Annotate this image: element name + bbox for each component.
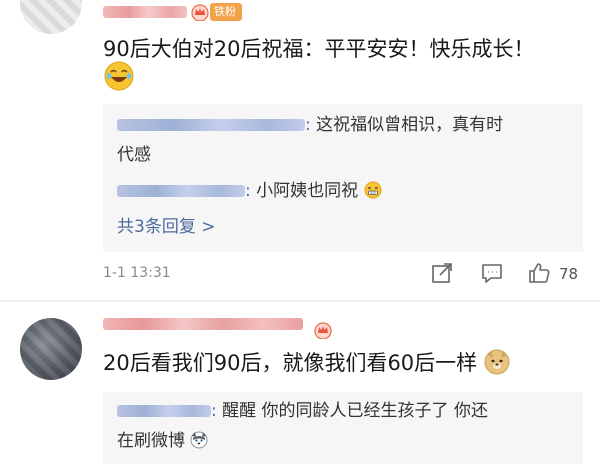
- reply-box: : 这祝福似曾相识，真有时 代感 : 小阿姨也同祝 共3条回复 >: [103, 104, 583, 252]
- reply-item[interactable]: : 这祝福似曾相识，真有时 代感: [117, 110, 569, 170]
- comment-text: 90后大伯对20后祝福：平平安安！快乐成长！: [103, 34, 560, 64]
- grimace-emoji: [364, 181, 382, 199]
- reply-text-cont: 代感: [117, 145, 151, 165]
- like-count: 78: [559, 265, 579, 283]
- reply-item[interactable]: : 醒醒 你的同龄人已经生孩子了 你还 在刷微博: [117, 396, 569, 456]
- reply-item[interactable]: : 小阿姨也同祝: [117, 176, 569, 206]
- username-blurred[interactable]: [103, 318, 303, 330]
- comment-body: 90后大伯对20后祝福：平平安安！快乐成长！: [103, 37, 535, 61]
- husky-emoji: [190, 431, 208, 449]
- doge-emoji: [484, 349, 510, 375]
- reply-box: : 醒醒 你的同龄人已经生孩子了 你还 在刷微博: [103, 392, 583, 464]
- comment-card: 20后看我们90后，就像我们看60后一样 : 醒醒 你的同龄人已经生孩子了 你还…: [0, 302, 600, 464]
- username-blurred[interactable]: [103, 6, 187, 18]
- comment-icon[interactable]: [480, 261, 504, 285]
- reply-text-cont: 在刷微博: [117, 431, 185, 451]
- comment-text: 20后看我们90后，就像我们看60后一样: [103, 348, 560, 378]
- reply-text: 醒醒 你的同龄人已经生孩子了 你还: [222, 401, 488, 421]
- reply-username-blurred[interactable]: [117, 119, 305, 131]
- avatar[interactable]: [20, 0, 82, 34]
- reply-text: 这祝福似曾相识，真有时: [316, 115, 504, 135]
- laugh-emoji: [104, 61, 134, 91]
- crown-icon: [314, 322, 332, 339]
- avatar[interactable]: [20, 318, 82, 380]
- like-icon[interactable]: [527, 261, 551, 285]
- more-replies-link[interactable]: 共3条回复 >: [117, 212, 215, 242]
- timestamp: 1-1 13:31: [103, 265, 171, 281]
- comment-body: 20后看我们90后，就像我们看60后一样: [103, 351, 478, 375]
- fan-badge[interactable]: 铁粉: [210, 3, 242, 21]
- reply-username-blurred[interactable]: [117, 185, 245, 197]
- reply-text: 小阿姨也同祝: [256, 181, 359, 201]
- crown-icon: [191, 4, 209, 21]
- share-icon[interactable]: [430, 261, 454, 285]
- reply-username-blurred[interactable]: [117, 405, 211, 417]
- comment-card: 铁粉 90后大伯对20后祝福：平平安安！快乐成长！ : 这祝福似曾相识，真有时 …: [0, 0, 600, 300]
